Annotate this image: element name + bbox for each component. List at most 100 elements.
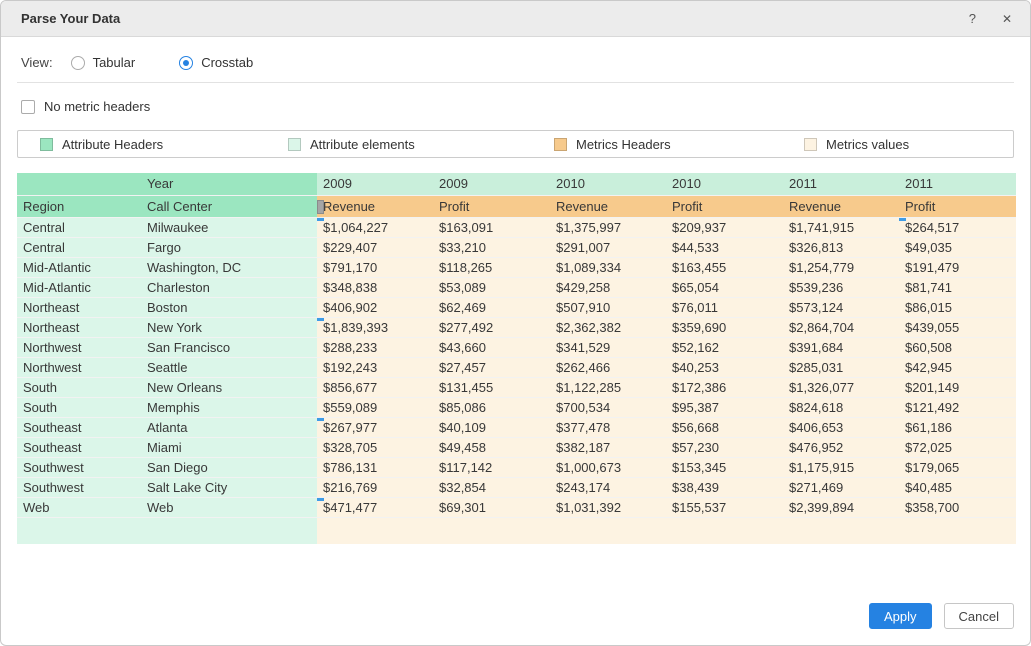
radio-crosstab[interactable]: Crosstab bbox=[179, 55, 253, 70]
value-cell: $1,089,334 bbox=[550, 257, 666, 277]
apply-button[interactable]: Apply bbox=[869, 603, 932, 629]
value-cell: $262,466 bbox=[550, 357, 666, 377]
table-row: CentralMilwaukee$1,064,227$163,091$1,375… bbox=[17, 217, 1016, 237]
table-row: Mid-AtlanticWashington, DC$791,170$118,2… bbox=[17, 257, 1016, 277]
value-cell: $406,902 bbox=[317, 297, 433, 317]
table-row: SoutheastMiami$328,705$49,458$382,187$57… bbox=[17, 437, 1016, 457]
call-center-cell: Charleston bbox=[141, 277, 317, 297]
radio-icon-tabular bbox=[71, 56, 85, 70]
value-cell: $326,813 bbox=[783, 237, 899, 257]
table-row: SouthwestSalt Lake City$216,769$32,854$2… bbox=[17, 477, 1016, 497]
call-center-cell: Salt Lake City bbox=[141, 477, 317, 497]
value-cell: $61,186 bbox=[899, 417, 1016, 437]
region-cell: Southeast bbox=[17, 417, 141, 437]
value-cell: $163,455 bbox=[666, 257, 783, 277]
value-cell: $53,089 bbox=[433, 277, 550, 297]
value-cell: $1,175,915 bbox=[783, 457, 899, 477]
value-cell: $42,945 bbox=[899, 357, 1016, 377]
dialog-title: Parse Your Data bbox=[21, 11, 969, 26]
help-icon[interactable]: ? bbox=[969, 12, 976, 25]
value-cell: $406,653 bbox=[783, 417, 899, 437]
value-cell: $40,485 bbox=[899, 477, 1016, 497]
metric-header-cell: Profit bbox=[433, 195, 550, 217]
corner-blank-cell bbox=[17, 173, 141, 195]
year-element-cell: 2011 bbox=[783, 173, 899, 195]
metric-header-cell: Revenue bbox=[783, 195, 899, 217]
value-cell: $791,170 bbox=[317, 257, 433, 277]
value-cell: $377,478 bbox=[550, 417, 666, 437]
attribute-headers-swatch bbox=[40, 138, 53, 151]
radio-tabular[interactable]: Tabular bbox=[71, 55, 136, 70]
value-cell: $1,064,227 bbox=[317, 217, 433, 237]
call-center-cell: San Francisco bbox=[141, 337, 317, 357]
legend-label: Metrics Headers bbox=[576, 137, 671, 152]
table-row: NorthwestSan Francisco$288,233$43,660$34… bbox=[17, 337, 1016, 357]
value-cell: $341,529 bbox=[550, 337, 666, 357]
close-icon[interactable]: ✕ bbox=[1002, 13, 1012, 25]
call-center-cell: San Diego bbox=[141, 457, 317, 477]
region-cell: Mid-Atlantic bbox=[17, 277, 141, 297]
table-row: Mid-AtlanticCharleston$348,838$53,089$42… bbox=[17, 277, 1016, 297]
filler-values-area bbox=[317, 517, 433, 544]
legend-item-metrics-values: Metrics values bbox=[804, 137, 909, 152]
region-cell: South bbox=[17, 397, 141, 417]
value-cell: $56,668 bbox=[666, 417, 783, 437]
value-cell: $72,025 bbox=[899, 437, 1016, 457]
value-cell: $118,265 bbox=[433, 257, 550, 277]
value-cell: $121,492 bbox=[899, 397, 1016, 417]
value-cell: $539,236 bbox=[783, 277, 899, 297]
value-cell: $1,326,077 bbox=[783, 377, 899, 397]
value-cell: $2,399,894 bbox=[783, 497, 899, 517]
value-cell: $229,407 bbox=[317, 237, 433, 257]
value-cell: $1,031,392 bbox=[550, 497, 666, 517]
value-cell: $1,000,673 bbox=[550, 457, 666, 477]
value-cell: $81,741 bbox=[899, 277, 1016, 297]
value-cell: $1,741,915 bbox=[783, 217, 899, 237]
metric-header-cell: Profit bbox=[899, 195, 1016, 217]
value-cell: $179,065 bbox=[899, 457, 1016, 477]
region-cell: Northwest bbox=[17, 337, 141, 357]
value-cell: $76,011 bbox=[666, 297, 783, 317]
year-element-cell: 2009 bbox=[433, 173, 550, 195]
table-row: NortheastNew York$1,839,393$277,492$2,36… bbox=[17, 317, 1016, 337]
cancel-button[interactable]: Cancel bbox=[944, 603, 1014, 629]
filler-values-area bbox=[666, 517, 783, 544]
titlebar-actions: ? ✕ bbox=[969, 12, 1012, 25]
region-boundary-handle[interactable] bbox=[317, 417, 324, 421]
call-center-cell: Washington, DC bbox=[141, 257, 317, 277]
value-cell: $267,977 bbox=[317, 417, 433, 437]
value-cell: $44,533 bbox=[666, 237, 783, 257]
region-cell: Web bbox=[17, 497, 141, 517]
filler-values-area bbox=[899, 517, 1016, 544]
value-cell: $288,233 bbox=[317, 337, 433, 357]
value-cell: $62,469 bbox=[433, 297, 550, 317]
legend-item-metrics-headers: Metrics Headers bbox=[554, 137, 804, 152]
value-cell: $49,035 bbox=[899, 237, 1016, 257]
year-element-cell: 2009 bbox=[317, 173, 433, 195]
legend-label: Attribute elements bbox=[310, 137, 415, 152]
metric-header-grip[interactable] bbox=[317, 200, 324, 214]
legend-item-attribute-headers: Attribute Headers bbox=[40, 137, 288, 152]
value-cell: $1,122,285 bbox=[550, 377, 666, 397]
region-boundary-handle[interactable] bbox=[317, 317, 324, 321]
value-cell: $2,362,382 bbox=[550, 317, 666, 337]
value-cell: $191,479 bbox=[899, 257, 1016, 277]
region-boundary-handle[interactable] bbox=[317, 217, 324, 221]
value-cell: $2,864,704 bbox=[783, 317, 899, 337]
region-cell: Southwest bbox=[17, 457, 141, 477]
value-cell: $172,386 bbox=[666, 377, 783, 397]
region-boundary-handle[interactable] bbox=[317, 497, 324, 501]
legend-item-attribute-elements: Attribute elements bbox=[288, 137, 554, 152]
region-boundary-handle[interactable] bbox=[899, 217, 906, 221]
region-cell: Southeast bbox=[17, 437, 141, 457]
year-element-cell: 2010 bbox=[666, 173, 783, 195]
value-cell: $43,660 bbox=[433, 337, 550, 357]
no-metric-headers-checkbox[interactable] bbox=[21, 100, 35, 114]
value-cell: $201,149 bbox=[899, 377, 1016, 397]
view-label: View: bbox=[21, 55, 53, 70]
value-cell: $209,937 bbox=[666, 217, 783, 237]
dialog-titlebar: Parse Your Data ? ✕ bbox=[1, 1, 1030, 37]
value-cell: $153,345 bbox=[666, 457, 783, 477]
value-cell: $243,174 bbox=[550, 477, 666, 497]
value-cell: $856,677 bbox=[317, 377, 433, 397]
